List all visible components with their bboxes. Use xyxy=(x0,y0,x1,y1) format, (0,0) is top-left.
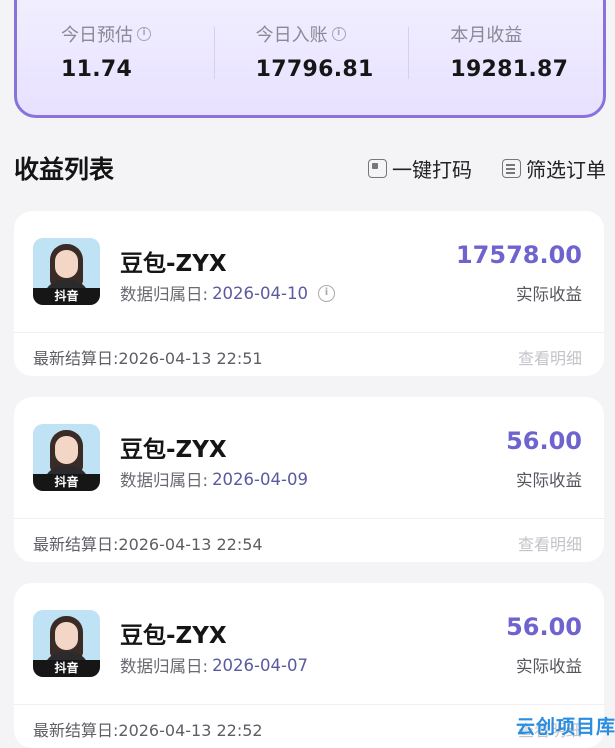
stat-value: 19281.87 xyxy=(450,57,569,82)
info-icon[interactable]: i xyxy=(137,27,151,41)
view-detail-link[interactable]: 查看明细 xyxy=(518,345,582,369)
filter-icon xyxy=(502,158,521,178)
amount-label: 实际收益 xyxy=(516,657,582,676)
settle-date: 最新结算日:2026-04-13 22:54 xyxy=(33,535,263,554)
stat-today-estimate: 今日预估 i 11.74 xyxy=(17,21,214,115)
stat-today-credited: 今日入账 i 17796.81 xyxy=(213,21,409,115)
account-name: 豆包-ZYX xyxy=(120,251,227,277)
filter-orders-button[interactable]: 筛选订单 xyxy=(502,154,606,183)
avatar: 抖音 xyxy=(33,238,100,305)
one-click-mask-button[interactable]: 一键打码 xyxy=(368,154,472,183)
action-label: 一键打码 xyxy=(392,157,472,182)
amount-label: 实际收益 xyxy=(516,471,582,490)
avatar: 抖音 xyxy=(33,610,100,677)
stat-label: 今日入账 xyxy=(255,25,328,46)
date-label: 数据归属日: xyxy=(120,657,209,676)
earnings-card[interactable]: 抖音 豆包-ZYX 数据归属日: 2026-04-09 56.00 实际收益 最… xyxy=(14,397,604,562)
stat-value: 11.74 xyxy=(61,57,133,82)
earnings-card[interactable]: 抖音 豆包-ZYX 数据归属日: 2026-04-10 i 17578.00 实… xyxy=(14,211,604,376)
platform-badge: 抖音 xyxy=(33,288,100,305)
amount: 56.00 xyxy=(506,613,582,641)
action-label: 筛选订单 xyxy=(526,157,606,182)
stat-label: 本月收益 xyxy=(450,25,523,46)
date-label: 数据归属日: xyxy=(120,471,209,490)
dice-icon xyxy=(368,158,387,178)
settle-date: 最新结算日:2026-04-13 22:52 xyxy=(33,721,263,740)
data-date: 2026-04-10 xyxy=(212,283,308,303)
data-date: 2026-04-09 xyxy=(212,469,308,489)
avatar: 抖音 xyxy=(33,424,100,491)
account-name: 豆包-ZYX xyxy=(120,623,227,649)
date-label: 数据归属日: xyxy=(120,285,209,304)
info-icon[interactable]: i xyxy=(331,27,346,41)
stat-month-earnings: 本月收益 19281.87 xyxy=(408,21,603,115)
list-title: 收益列表 xyxy=(14,155,115,184)
account-name: 豆包-ZYX xyxy=(120,437,227,463)
info-icon[interactable]: i xyxy=(317,284,335,302)
view-detail-link[interactable]: 查看明细 xyxy=(518,531,582,555)
platform-badge: 抖音 xyxy=(33,474,100,491)
amount: 56.00 xyxy=(506,427,582,455)
earnings-list-header: 收益列表 一键打码 筛选订单 xyxy=(14,148,606,188)
earnings-summary-card: 今日预估 i 11.74 今日入账 i 17796.81 本月收益 19281.… xyxy=(14,0,606,118)
amount: 17578.00 xyxy=(455,241,582,269)
amount-label: 实际收益 xyxy=(516,285,582,304)
platform-badge: 抖音 xyxy=(33,660,100,677)
stat-label: 今日预估 xyxy=(61,25,133,46)
stat-value: 17796.81 xyxy=(255,57,374,82)
data-date: 2026-04-07 xyxy=(212,655,308,675)
settle-date: 最新结算日:2026-04-13 22:51 xyxy=(33,349,263,368)
watermark: 云创项目库 xyxy=(516,716,615,738)
